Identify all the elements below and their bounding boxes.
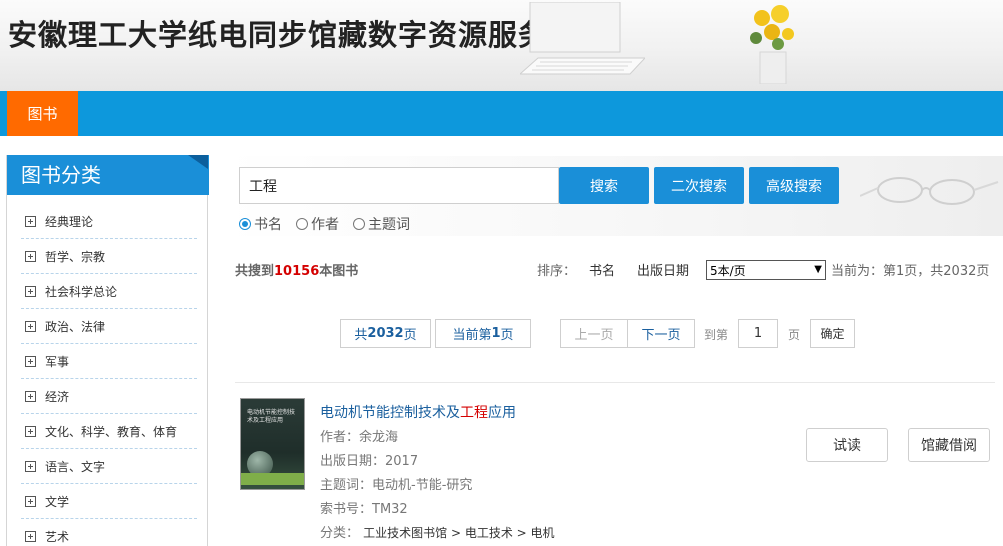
category-label[interactable]: 经济 bbox=[45, 388, 69, 405]
result-count: 10156 bbox=[274, 264, 320, 279]
current-page-box: 当前第 1 页 bbox=[435, 319, 531, 348]
title-part: 应用 bbox=[488, 405, 516, 421]
class-label: 分类： bbox=[320, 526, 360, 541]
category-list: 经典理论 哲学、宗教 社会科学总论 政治、法律 军事 经济 文化、科学、教育、体… bbox=[21, 204, 197, 546]
radio-subject-label[interactable]: 主题词 bbox=[368, 214, 410, 234]
book-call-number: 索书号：TM32 bbox=[320, 502, 408, 517]
category-item[interactable]: 政治、法律 bbox=[21, 309, 197, 344]
book-title-link[interactable]: 电动机节能控制技术及工程应用 bbox=[320, 402, 516, 422]
category-item[interactable]: 社会科学总论 bbox=[21, 274, 197, 309]
radio-author[interactable] bbox=[296, 218, 308, 230]
search-field-options: 书名 作者 主题词 bbox=[239, 214, 424, 234]
category-item[interactable]: 艺术 bbox=[21, 519, 197, 546]
category-label[interactable]: 军事 bbox=[45, 353, 69, 370]
summary-prefix: 共搜到 bbox=[235, 264, 275, 279]
sort-label: 排序： bbox=[537, 264, 577, 279]
sort-by-title[interactable]: 书名 bbox=[589, 260, 615, 279]
borrow-button[interactable]: 馆藏借阅 bbox=[908, 428, 990, 462]
expand-plus-icon[interactable] bbox=[25, 320, 36, 332]
current-prefix: 当前第 bbox=[452, 328, 492, 343]
flower-vase-image bbox=[750, 5, 794, 84]
category-label[interactable]: 政治、法律 bbox=[45, 318, 105, 335]
total-pages: 2032 bbox=[367, 326, 404, 341]
book-pub-date: 出版日期：2017 bbox=[320, 454, 419, 469]
expand-plus-icon[interactable] bbox=[25, 495, 36, 507]
expand-plus-icon[interactable] bbox=[25, 460, 36, 472]
category-label[interactable]: 文学 bbox=[45, 493, 69, 510]
advanced-search-button[interactable]: 高级搜索 bbox=[749, 167, 839, 204]
next-page-button[interactable]: 下一页 bbox=[627, 319, 695, 348]
class-path[interactable]: 工业技术图书馆 > 电工技术 > 电机 bbox=[363, 526, 554, 540]
category-label[interactable]: 文化、科学、教育、体育 bbox=[45, 423, 177, 440]
radio-title[interactable] bbox=[239, 218, 251, 230]
category-item[interactable]: 军事 bbox=[21, 344, 197, 379]
sidebar-heading: 图书分类 bbox=[7, 155, 209, 195]
site-title: 安徽理工大学纸电同步馆藏数字资源服务平台 bbox=[8, 18, 609, 52]
current-suffix: 页 bbox=[500, 328, 514, 343]
title-part: 电动机节能控制技术及 bbox=[320, 405, 460, 421]
category-item[interactable]: 经济 bbox=[21, 379, 197, 414]
search-button[interactable]: 搜索 bbox=[559, 167, 649, 204]
category-item[interactable]: 文化、科学、教育、体育 bbox=[21, 414, 197, 449]
radio-title-label[interactable]: 书名 bbox=[254, 214, 282, 234]
tab-books[interactable]: 图书 bbox=[7, 91, 78, 136]
expand-plus-icon[interactable] bbox=[25, 355, 36, 367]
total-pages-box: 共 2032 页 bbox=[340, 319, 431, 348]
page-info: 当前为：第1页，共2032页 bbox=[831, 264, 990, 279]
preview-button[interactable]: 试读 bbox=[806, 428, 888, 462]
category-label[interactable]: 社会科学总论 bbox=[45, 283, 117, 300]
expand-plus-icon[interactable] bbox=[25, 390, 36, 402]
expand-plus-icon[interactable] bbox=[25, 425, 36, 437]
per-page-select[interactable]: 5本/页 ▼ bbox=[706, 260, 826, 280]
summary-suffix: 本图书 bbox=[319, 264, 359, 279]
glasses-image bbox=[860, 177, 999, 205]
site-header: 安徽理工大学纸电同步馆藏数字资源服务平台 bbox=[0, 0, 1003, 91]
book-author: 作者：余龙海 bbox=[320, 430, 399, 445]
goto-page-input[interactable] bbox=[738, 319, 778, 348]
title-highlight: 工程 bbox=[460, 405, 488, 421]
secondary-search-button[interactable]: 二次搜索 bbox=[654, 167, 744, 204]
goto-label: 到第 bbox=[704, 328, 729, 342]
radio-author-label[interactable]: 作者 bbox=[311, 214, 339, 234]
goto-suffix: 页 bbox=[788, 328, 801, 342]
divider bbox=[235, 382, 995, 383]
book-classification: 分类： 工业技术图书馆 > 电工技术 > 电机 bbox=[320, 522, 555, 541]
nav-bar: 图书 bbox=[0, 91, 1003, 136]
radio-subject[interactable] bbox=[353, 218, 365, 230]
total-prefix: 共 bbox=[354, 328, 368, 343]
category-label[interactable]: 经典理论 bbox=[45, 213, 93, 230]
current-page: 1 bbox=[491, 326, 501, 341]
category-sidebar: 图书分类 经典理论 哲学、宗教 社会科学总论 政治、法律 军事 经济 文化、科学… bbox=[6, 155, 209, 546]
category-item[interactable]: 哲学、宗教 bbox=[21, 239, 197, 274]
category-item[interactable]: 经典理论 bbox=[21, 204, 197, 239]
expand-plus-icon[interactable] bbox=[25, 215, 36, 227]
expand-plus-icon[interactable] bbox=[25, 285, 36, 297]
prev-page-button[interactable]: 上一页 bbox=[560, 319, 628, 348]
sort-by-date[interactable]: 出版日期 bbox=[637, 260, 689, 279]
category-label[interactable]: 语言、文字 bbox=[45, 458, 105, 475]
expand-plus-icon[interactable] bbox=[25, 250, 36, 262]
cover-title: 电动机节能控制技术及工程应用 bbox=[247, 409, 296, 424]
search-input[interactable] bbox=[239, 167, 559, 204]
confirm-goto-button[interactable]: 确定 bbox=[810, 319, 855, 348]
category-item[interactable]: 文学 bbox=[21, 484, 197, 519]
book-subject: 主题词：电动机-节能-研究 bbox=[320, 478, 473, 493]
laptop-image bbox=[520, 2, 645, 75]
expand-plus-icon[interactable] bbox=[25, 530, 36, 542]
category-label[interactable]: 哲学、宗教 bbox=[45, 248, 105, 265]
category-item[interactable]: 语言、文字 bbox=[21, 449, 197, 484]
sidebar-corner-fold bbox=[188, 155, 208, 169]
total-suffix: 页 bbox=[403, 328, 417, 343]
per-page-value: 5本/页 bbox=[710, 263, 746, 278]
category-label[interactable]: 艺术 bbox=[45, 528, 69, 545]
book-cover[interactable]: 电动机节能控制技术及工程应用 bbox=[240, 398, 305, 490]
cover-band bbox=[241, 473, 304, 485]
chevron-down-icon: ▼ bbox=[814, 264, 822, 275]
result-summary: 共搜到10156本图书 bbox=[235, 260, 358, 279]
